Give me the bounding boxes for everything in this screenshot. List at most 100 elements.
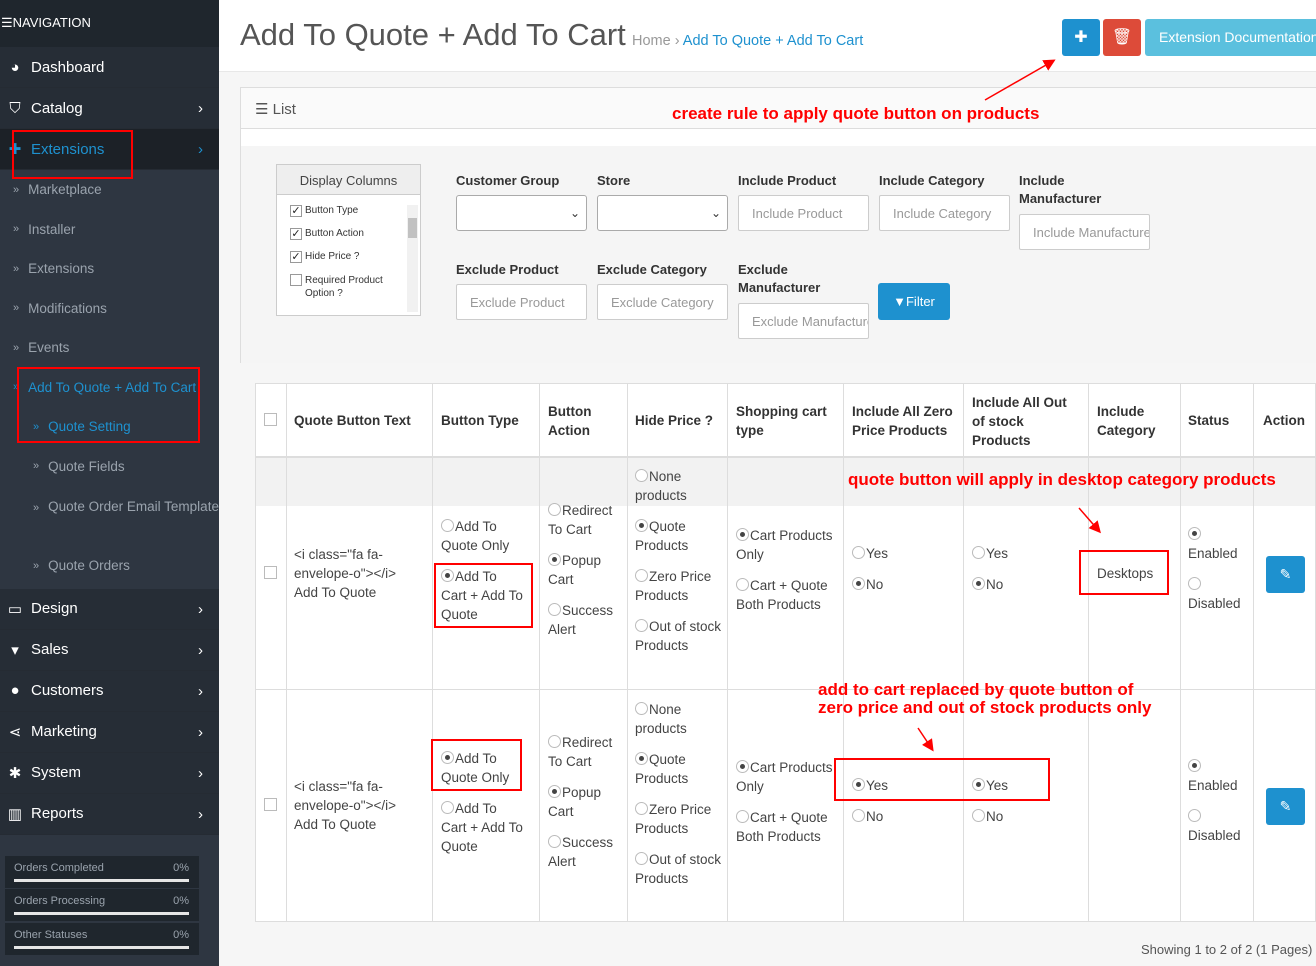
sub-item-marketplace[interactable]: » Marketplace xyxy=(0,170,219,210)
checkbox[interactable]: ✓ xyxy=(290,251,302,263)
radio-option[interactable]: Add To Cart + Add To Quote xyxy=(441,799,526,856)
radio-option[interactable]: Yes xyxy=(972,776,1008,795)
radio[interactable] xyxy=(852,546,865,559)
filter-button[interactable]: ▼Filter xyxy=(878,283,950,320)
sub-item-quote-email-template[interactable]: » Quote Order Email Template xyxy=(0,486,219,546)
exclude-manufacturer-input[interactable]: Exclude Manufacturer xyxy=(738,303,869,339)
edit-button[interactable]: ✎ xyxy=(1266,556,1305,593)
column-option[interactable]: ✓ Button Type xyxy=(290,205,405,228)
col-out-of-stock[interactable]: Include All Out of stock Products xyxy=(972,393,1082,450)
store-select[interactable]: ⌄ xyxy=(597,195,728,231)
sub-item-quote-fields[interactable]: » Quote Fields xyxy=(0,447,219,487)
nav-item-extensions[interactable]: ✚ Extensions › xyxy=(0,129,219,170)
radio[interactable] xyxy=(548,503,561,516)
col-status[interactable]: Status xyxy=(1188,411,1229,430)
radio[interactable] xyxy=(972,809,985,822)
radio-option[interactable]: No xyxy=(852,807,888,826)
include-manufacturer-input[interactable]: Include Manufacturer xyxy=(1019,214,1150,250)
radio[interactable] xyxy=(1188,577,1201,590)
radio[interactable] xyxy=(441,569,454,582)
radio[interactable] xyxy=(736,760,749,773)
edit-button[interactable]: ✎ xyxy=(1266,788,1305,825)
scrollbar[interactable] xyxy=(407,205,418,312)
checkbox[interactable]: ✓ xyxy=(290,228,302,240)
radio[interactable] xyxy=(635,569,648,582)
sub-item-events[interactable]: » Events xyxy=(0,328,219,368)
select-all-checkbox[interactable] xyxy=(264,413,277,426)
breadcrumb-home[interactable]: Home xyxy=(632,33,671,49)
radio[interactable] xyxy=(852,577,865,590)
radio[interactable] xyxy=(635,852,648,865)
radio[interactable] xyxy=(852,809,865,822)
nav-item-design[interactable]: ▭ Design › xyxy=(0,588,219,630)
radio-option[interactable]: Enabled xyxy=(1188,525,1241,563)
col-include-category[interactable]: Include Category xyxy=(1097,402,1167,440)
breadcrumb-current[interactable]: Add To Quote + Add To Cart xyxy=(683,33,863,49)
sub-item-quote-orders[interactable]: » Quote Orders xyxy=(0,546,219,586)
radio-option[interactable]: Out of stock Products xyxy=(635,850,723,888)
radio[interactable] xyxy=(441,801,454,814)
col-hide-price[interactable]: Hide Price ? xyxy=(635,411,713,430)
sub-item-extensions[interactable]: » Extensions xyxy=(0,249,219,289)
radio-option[interactable]: None products xyxy=(635,467,723,505)
radio-option[interactable]: Cart + Quote Both Products xyxy=(736,808,841,846)
col-action[interactable]: Action xyxy=(1263,411,1305,430)
radio[interactable] xyxy=(972,546,985,559)
radio-option[interactable]: Disabled xyxy=(1188,575,1241,613)
radio-option[interactable]: Popup Cart xyxy=(548,783,623,821)
scrollbar-thumb[interactable] xyxy=(408,218,417,238)
column-option[interactable]: Required Product Option ? xyxy=(290,274,405,304)
exclude-product-input[interactable]: Exclude Product xyxy=(456,284,587,320)
radio[interactable] xyxy=(736,528,749,541)
delete-button[interactable]: 🗑 xyxy=(1103,19,1141,56)
col-zero-price[interactable]: Include All Zero Price Products xyxy=(852,402,962,440)
radio[interactable] xyxy=(635,519,648,532)
radio[interactable] xyxy=(972,778,985,791)
radio-option[interactable]: Enabled xyxy=(1188,757,1241,795)
col-quote-button-text[interactable]: Quote Button Text xyxy=(294,411,411,430)
column-option[interactable]: ✓ Hide Price ? xyxy=(290,251,405,274)
radio[interactable] xyxy=(548,603,561,616)
radio[interactable] xyxy=(635,469,648,482)
sub-item-add-to-quote[interactable]: » Add To Quote + Add To Cart xyxy=(0,368,219,408)
col-button-type[interactable]: Button Type xyxy=(441,411,519,430)
radio-option[interactable]: Disabled xyxy=(1188,807,1241,845)
radio-option[interactable]: Cart Products Only xyxy=(736,758,841,796)
sub-item-modifications[interactable]: » Modifications xyxy=(0,289,219,329)
radio[interactable] xyxy=(972,577,985,590)
extension-documentation-button[interactable]: Extension Documentation xyxy=(1145,19,1316,56)
nav-item-sales[interactable]: ▾ Sales › xyxy=(0,629,219,671)
nav-item-system[interactable]: ✱ System › xyxy=(0,752,219,794)
row-checkbox[interactable] xyxy=(264,566,277,579)
radio-option[interactable]: Add To Quote Only xyxy=(441,517,526,555)
radio[interactable] xyxy=(635,752,648,765)
nav-item-customers[interactable]: ● Customers › xyxy=(0,670,219,712)
radio-option[interactable]: Yes xyxy=(972,544,1008,563)
nav-item-marketing[interactable]: ⋖ Marketing › xyxy=(0,711,219,753)
sub-item-installer[interactable]: » Installer xyxy=(0,210,219,250)
radio[interactable] xyxy=(548,785,561,798)
sub-item-quote-setting[interactable]: » Quote Setting xyxy=(0,407,219,447)
radio-option[interactable]: Success Alert xyxy=(548,601,623,639)
radio[interactable] xyxy=(441,751,454,764)
radio[interactable] xyxy=(635,619,648,632)
radio[interactable] xyxy=(635,702,648,715)
radio[interactable] xyxy=(635,802,648,815)
radio-option[interactable]: Cart + Quote Both Products xyxy=(736,576,841,614)
radio-option[interactable]: Zero Price Products xyxy=(635,800,723,838)
radio[interactable] xyxy=(1188,527,1201,540)
radio-option[interactable]: None products xyxy=(635,700,723,738)
radio[interactable] xyxy=(548,735,561,748)
radio-option[interactable]: Add To Quote Only xyxy=(441,749,526,787)
menu-icon[interactable]: ☰ xyxy=(1,15,13,30)
radio-option[interactable]: No xyxy=(972,575,1008,594)
radio-option[interactable]: Yes xyxy=(852,544,888,563)
display-columns-title[interactable]: Display Columns xyxy=(277,165,420,195)
radio[interactable] xyxy=(1188,809,1201,822)
row-checkbox[interactable] xyxy=(264,798,277,811)
column-option[interactable]: ✓ Button Action xyxy=(290,228,405,251)
radio-option[interactable]: Zero Price Products xyxy=(635,567,723,605)
radio[interactable] xyxy=(1188,759,1201,772)
radio-option[interactable]: Redirect To Cart xyxy=(548,501,623,539)
radio-option[interactable]: Out of stock Products xyxy=(635,617,723,655)
